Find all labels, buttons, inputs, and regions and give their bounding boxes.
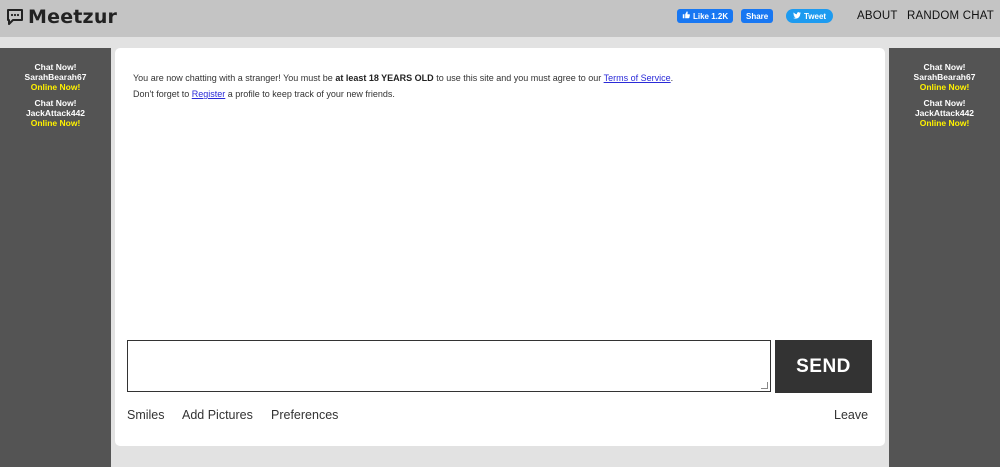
notice-line-2: Don't forget to Register a profile to ke… [133, 86, 673, 102]
message-input[interactable] [128, 341, 770, 391]
add-pictures-link[interactable]: Add Pictures [182, 408, 253, 422]
promo-status: Online Now! [919, 82, 970, 92]
promo-cta: Chat Now! [34, 98, 77, 108]
facebook-share-label: Share [746, 11, 769, 21]
nav-random-chat[interactable]: RANDOM CHAT [907, 10, 994, 22]
left-side-panel: Chat Now! SarahBearah67 Online Now! Chat… [0, 48, 111, 467]
side-promo-sarah[interactable]: Chat Now! SarahBearah67 Online Now! [0, 62, 111, 92]
tweet-button[interactable]: Tweet [786, 9, 834, 23]
thumbs-up-icon [682, 11, 690, 21]
message-input-container [127, 340, 771, 392]
facebook-like-button[interactable]: Like 1.2K [677, 9, 734, 23]
promo-cta: Chat Now! [923, 62, 966, 72]
notice-text: You are now chatting with a stranger! Yo… [133, 73, 336, 83]
tweet-label: Tweet [804, 11, 827, 21]
logo-text: Meetzur [28, 6, 118, 28]
send-button[interactable]: SEND [775, 340, 872, 393]
right-side-panel: Chat Now! SarahBearah67 Online Now! Chat… [889, 48, 1000, 467]
promo-username: JackAttack442 [25, 108, 86, 118]
promo-cta: Chat Now! [34, 62, 77, 72]
promo-username: SarahBearah67 [24, 72, 87, 82]
notice-text: a profile to keep track of your new frie… [225, 89, 395, 99]
facebook-share-button[interactable]: Share [741, 9, 774, 23]
promo-cta: Chat Now! [923, 98, 966, 108]
speech-bubble-icon [6, 8, 24, 26]
notice-text: Don't forget to [133, 89, 192, 99]
promo-status: Online Now! [30, 118, 81, 128]
notice-text: to use this site and you must agree to o… [433, 73, 604, 83]
notice-line-1: You are now chatting with a stranger! Yo… [133, 70, 673, 86]
chat-notice: You are now chatting with a stranger! Yo… [133, 70, 673, 102]
leave-link[interactable]: Leave [834, 408, 868, 422]
promo-status: Online Now! [30, 82, 81, 92]
side-promo-jack[interactable]: Chat Now! JackAttack442 Online Now! [889, 98, 1000, 128]
register-link[interactable]: Register [192, 89, 226, 99]
promo-status: Online Now! [919, 118, 970, 128]
nav-about[interactable]: ABOUT [857, 10, 898, 22]
facebook-like-label: Like 1.2K [693, 11, 729, 21]
smiles-link[interactable]: Smiles [127, 408, 165, 422]
preferences-link[interactable]: Preferences [271, 408, 338, 422]
site-logo[interactable]: Meetzur [6, 4, 117, 30]
top-header: Meetzur Like 1.2K Share Tweet ABOUT RAND… [0, 0, 1000, 37]
side-promo-jack[interactable]: Chat Now! JackAttack442 Online Now! [0, 98, 111, 128]
resize-grip-icon[interactable] [761, 382, 768, 389]
twitter-bird-icon [793, 11, 801, 21]
age-requirement: at least 18 YEARS OLD [335, 73, 434, 83]
chat-panel: You are now chatting with a stranger! Yo… [115, 48, 885, 446]
promo-username: SarahBearah67 [913, 72, 976, 82]
side-promo-sarah[interactable]: Chat Now! SarahBearah67 Online Now! [889, 62, 1000, 92]
promo-username: JackAttack442 [914, 108, 975, 118]
notice-text: . [670, 73, 674, 83]
terms-of-service-link[interactable]: Terms of Service [604, 73, 671, 83]
